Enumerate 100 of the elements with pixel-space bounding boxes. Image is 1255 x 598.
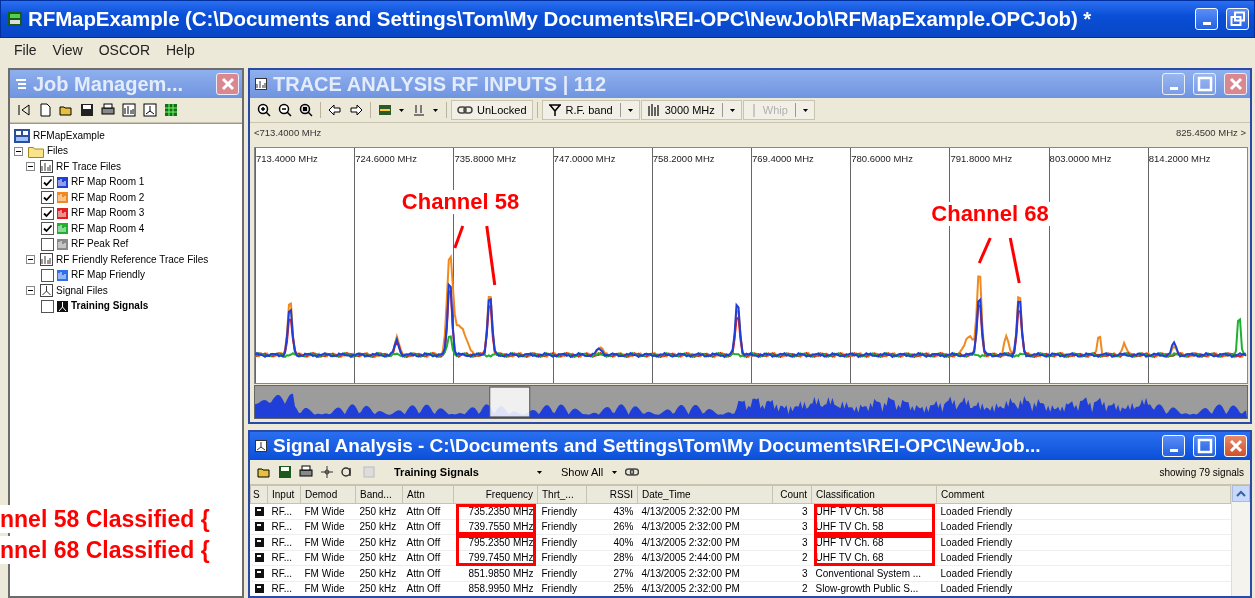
column-header[interactable]: Band... — [355, 485, 403, 504]
column-header[interactable]: S — [250, 485, 268, 504]
column-header[interactable]: Input — [267, 485, 301, 504]
menu-item[interactable]: File — [6, 42, 45, 58]
signal-icon — [40, 284, 53, 298]
panel-title: Signal Analysis - C:\Documents and Settings\Tom\My Documents\REI-OPC\NewJob... — [273, 435, 1041, 457]
scrollbar[interactable] — [1231, 485, 1250, 596]
menu-item[interactable]: OSCOR — [90, 42, 158, 58]
table-cell: Friendly — [537, 534, 587, 550]
arrow-left-icon — [328, 103, 342, 117]
table-cell: 3 — [772, 503, 812, 519]
table-cell: Friendly — [537, 581, 587, 596]
tree-item[interactable]: RF Friendly Reference Trace Files — [56, 252, 209, 267]
tree-item[interactable]: RFMapExample — [33, 128, 105, 143]
save-icon — [80, 103, 94, 117]
menu-item[interactable]: View — [44, 42, 91, 58]
toolbar-button[interactable] — [140, 100, 160, 120]
signal-row-icon — [254, 568, 264, 578]
column-header[interactable]: Comment — [936, 485, 1231, 504]
column-header[interactable]: Frequency — [453, 485, 538, 504]
table-cell: 4/13/2005 2:32:00 PM — [637, 581, 773, 596]
column-header[interactable]: Attn — [402, 485, 454, 504]
arrow-right-icon — [349, 103, 363, 117]
table-cell: 858.9950 MHz — [453, 581, 538, 596]
checkbox[interactable] — [41, 191, 54, 205]
open-folder-icon — [59, 103, 73, 117]
table-cell: 3 — [772, 534, 812, 550]
table-cell: 4/13/2005 2:32:00 PM — [637, 534, 773, 550]
selection-window[interactable] — [489, 386, 531, 418]
app-icon — [8, 12, 22, 26]
table-cell: 250 kHz — [355, 550, 403, 566]
table-cell: 4/13/2005 2:44:00 PM — [637, 550, 773, 566]
column-header[interactable]: RSSI — [586, 485, 638, 504]
checkbox[interactable] — [41, 222, 54, 236]
column-header[interactable]: Thrt_... — [537, 485, 587, 504]
tree-item[interactable]: Training Signals — [71, 299, 149, 314]
table-cell: Slow-growth Public S... — [811, 581, 937, 596]
table-cell: RF... — [267, 519, 301, 535]
tree-item[interactable]: RF Map Friendly — [71, 268, 145, 283]
frequency-label: 780.6000 MHz — [851, 153, 913, 164]
table-cell: 4/13/2005 2:32:00 PM — [637, 565, 773, 581]
maximize-icon — [1196, 438, 1213, 454]
tree-item[interactable]: RF Map Room 1 — [71, 175, 145, 190]
zoom-fit-icon — [299, 103, 313, 117]
table-cell: FM Wide — [300, 503, 356, 519]
callout-line — [485, 225, 497, 286]
table-cell: Conventional System ... — [811, 565, 937, 581]
chain-link-icon — [457, 105, 473, 115]
marker-icon — [412, 103, 426, 117]
column-header[interactable]: Classification — [811, 485, 937, 504]
table-cell: Loaded Friendly — [936, 503, 1231, 519]
folder-icon — [28, 144, 44, 158]
collapse-icon[interactable] — [26, 162, 35, 172]
tree-item[interactable]: Signal Files — [56, 283, 108, 298]
signal-row-icon — [254, 522, 264, 532]
collapse-icon[interactable] — [26, 255, 35, 265]
span-dropdown[interactable]: 3000 MHz — [640, 100, 742, 120]
table-cell: 2 — [772, 581, 812, 596]
collapse-icon[interactable] — [26, 286, 35, 296]
table-cell: Attn Off — [402, 550, 454, 566]
checkbox[interactable] — [41, 237, 54, 251]
grid-icon — [164, 103, 178, 117]
table-cell: 4/13/2005 2:32:00 PM — [637, 503, 773, 519]
lock-button[interactable]: UnLocked — [451, 100, 533, 120]
column-header[interactable]: Count — [772, 485, 812, 504]
menu-item[interactable]: Help — [158, 42, 203, 58]
checkbox[interactable] — [41, 268, 54, 282]
checkbox[interactable] — [41, 175, 54, 189]
open-folder-icon — [257, 465, 271, 479]
disabled-tool-icon — [362, 465, 376, 479]
table-cell: 851.9850 MHz — [453, 565, 538, 581]
table-cell: 799.7450 MHz — [453, 550, 538, 566]
table-cell: 250 kHz — [355, 534, 403, 550]
column-header[interactable]: Demod — [300, 485, 356, 504]
collapse-icon[interactable] — [14, 146, 23, 156]
column-header[interactable]: Date_Time — [637, 485, 773, 504]
tree-item[interactable]: RF Map Room 3 — [71, 206, 145, 221]
restore-button[interactable] — [1226, 8, 1249, 30]
table-cell: 40% — [586, 534, 638, 550]
table-cell: 2 — [772, 550, 812, 566]
tree-item[interactable]: RF Trace Files — [56, 159, 121, 174]
table-cell: RF... — [267, 565, 301, 581]
window-title: RFMapExample (C:\Documents and Settings\Tom\My Documents\REI-OPC\NewJob\RFMapExample.OPCJob) * — [28, 7, 1092, 31]
table-cell: FM Wide — [300, 519, 356, 535]
scroll-up-button[interactable] — [1232, 485, 1250, 502]
tree-item[interactable]: Files — [47, 144, 69, 159]
callout-line — [453, 225, 465, 249]
checkbox[interactable] — [41, 299, 54, 313]
table-cell: 3 — [772, 565, 812, 581]
tree-item[interactable]: RF Peak Ref — [71, 237, 129, 252]
chain-link-icon — [625, 465, 639, 479]
annotation-text: nnel 68 Classified { — [0, 536, 210, 564]
table-cell: 43% — [586, 503, 638, 519]
tree-item[interactable]: RF Map Room 4 — [71, 221, 145, 236]
frequency-label: 803.0000 MHz — [1049, 153, 1112, 164]
band-dropdown[interactable]: R.F. band — [541, 100, 640, 120]
table-cell: Attn Off — [402, 534, 454, 550]
checkbox[interactable] — [41, 206, 54, 220]
maximize-icon — [1196, 76, 1213, 92]
tree-item[interactable]: RF Map Room 2 — [71, 190, 145, 205]
